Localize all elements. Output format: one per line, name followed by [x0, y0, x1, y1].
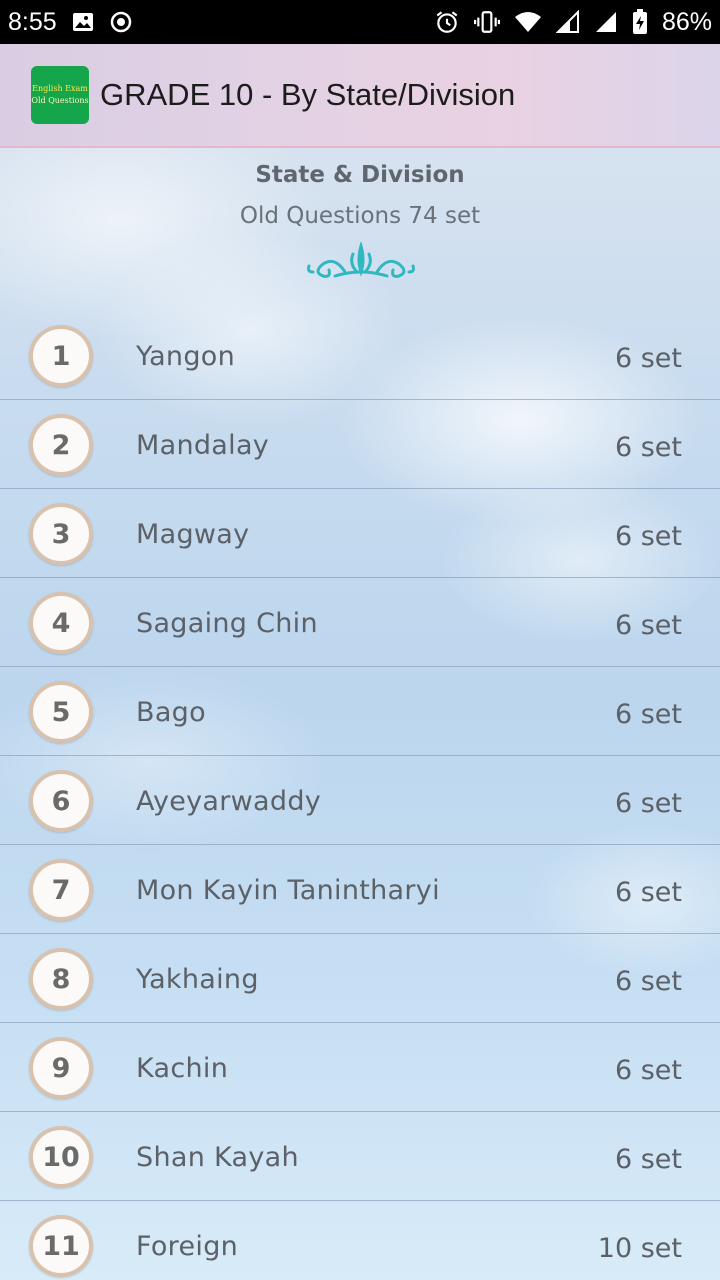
number-badge: 7 — [29, 859, 93, 921]
item-name: Mandalay — [136, 430, 270, 461]
list-item[interactable]: 3 Magway 6 set — [0, 489, 720, 578]
alarm-icon — [434, 9, 460, 35]
item-count: 6 set — [614, 610, 682, 641]
ornament-icon — [305, 240, 417, 288]
item-name: Bago — [136, 697, 206, 728]
list-item[interactable]: 9 Kachin 6 set — [0, 1023, 720, 1112]
item-name: Shan Kayah — [136, 1142, 299, 1173]
item-count: 6 set — [614, 966, 682, 997]
list-item[interactable]: 10 Shan Kayah 6 set — [0, 1112, 720, 1201]
app-title: GRADE 10 - By State/Division — [100, 77, 516, 112]
state-division-list: 1 Yangon 6 set 2 Mandalay 6 set 3 Magway… — [0, 311, 720, 1280]
list-item[interactable]: 5 Bago 6 set — [0, 667, 720, 756]
item-count: 6 set — [614, 1055, 682, 1086]
vibrate-icon — [473, 9, 500, 35]
list-item[interactable]: 6 Ayeyarwaddy 6 set — [0, 756, 720, 845]
app-logo: English Exam Old Questions — [31, 66, 89, 124]
item-name: Magway — [136, 519, 250, 550]
item-count: 10 set — [597, 1233, 682, 1264]
item-count: 6 set — [614, 877, 682, 908]
number-badge: 6 — [29, 770, 93, 832]
header-title: State & Division — [255, 162, 465, 188]
item-count: 6 set — [614, 521, 682, 552]
list-item[interactable]: 11 Foreign 10 set — [0, 1201, 720, 1280]
item-count: 6 set — [614, 699, 682, 730]
number-badge: 10 — [29, 1126, 93, 1188]
logo-text-line1: English Exam — [32, 84, 88, 93]
status-time: 8:55 — [8, 7, 57, 36]
item-count: 6 set — [614, 432, 682, 463]
item-name: Ayeyarwaddy — [136, 786, 322, 817]
battery-percentage: 86% — [661, 7, 712, 36]
number-badge: 3 — [29, 503, 93, 565]
number-badge: 8 — [29, 948, 93, 1010]
battery-charging-icon — [632, 9, 648, 35]
image-icon — [71, 10, 95, 34]
list-item[interactable]: 8 Yakhaing 6 set — [0, 934, 720, 1023]
number-badge: 9 — [29, 1037, 93, 1099]
item-name: Yakhaing — [136, 964, 259, 995]
number-badge: 1 — [29, 325, 93, 387]
list-item[interactable]: 4 Sagaing Chin 6 set — [0, 578, 720, 667]
number-badge: 11 — [29, 1215, 93, 1277]
list-item[interactable]: 7 Mon Kayin Tanintharyi 6 set — [0, 845, 720, 934]
record-icon — [109, 10, 133, 34]
list-header: State & Division Old Questions 74 set — [0, 150, 720, 310]
app-bar: English Exam Old Questions GRADE 10 - By… — [0, 44, 720, 148]
wifi-icon — [514, 10, 542, 34]
item-count: 6 set — [614, 788, 682, 819]
signal-icon — [594, 10, 618, 34]
logo-text-line2: Old Questions — [31, 96, 89, 105]
header-subtitle: Old Questions 74 set — [239, 203, 481, 229]
item-count: 6 set — [614, 1144, 682, 1175]
item-name: Foreign — [136, 1231, 239, 1262]
number-badge: 5 — [29, 681, 93, 743]
number-badge: 4 — [29, 592, 93, 654]
item-name: Yangon — [136, 341, 236, 372]
list-item[interactable]: 1 Yangon 6 set — [0, 311, 720, 400]
status-bar: 8:55 86% — [0, 0, 720, 44]
item-name: Sagaing Chin — [136, 608, 318, 639]
item-name: Mon Kayin Tanintharyi — [136, 875, 440, 906]
item-count: 6 set — [614, 343, 682, 374]
list-item[interactable]: 2 Mandalay 6 set — [0, 400, 720, 489]
number-badge: 2 — [29, 414, 93, 476]
item-name: Kachin — [136, 1053, 229, 1084]
signal-icon — [555, 10, 580, 34]
